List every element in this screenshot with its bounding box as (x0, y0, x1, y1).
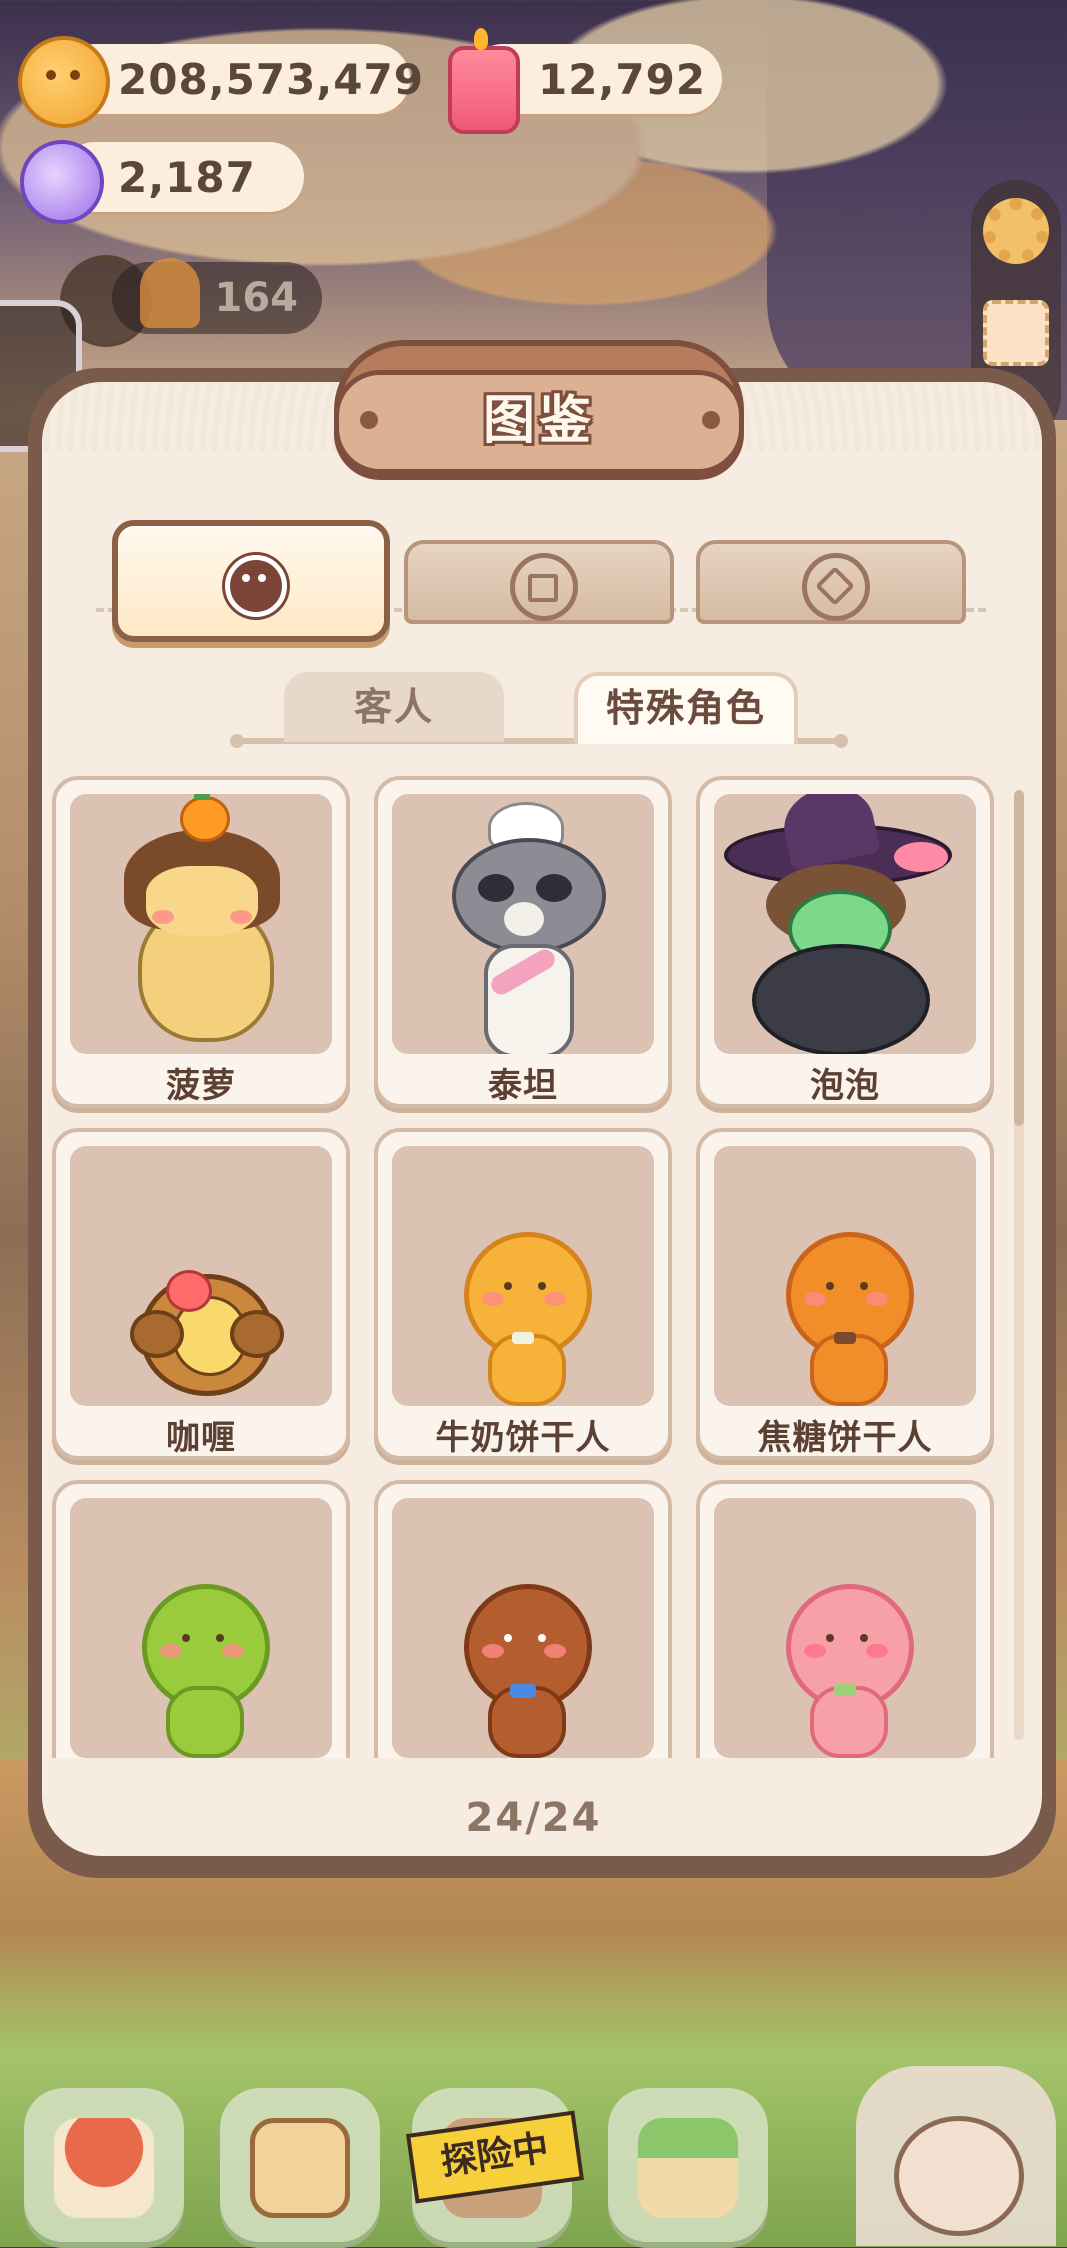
caramel-cookie-man-portrait (714, 1146, 976, 1406)
shop-stall-icon (638, 2118, 738, 2218)
notebook-icon (250, 2118, 350, 2218)
character-card[interactable]: 咖喱 (52, 1128, 350, 1460)
tab-gifts[interactable] (404, 540, 674, 624)
character-card[interactable]: 泰坦 (374, 776, 672, 1108)
tab-characters[interactable] (112, 520, 390, 642)
tab-coins[interactable] (696, 540, 966, 624)
pink-cookie-man-portrait (714, 1498, 976, 1758)
candle-amount: 12,792 (538, 54, 707, 104)
character-name: 泡泡 (810, 1066, 880, 1106)
nav-fishing-button[interactable] (856, 2066, 1056, 2246)
gingerbread-mini-icon (140, 258, 200, 328)
character-name: 咖喱 (166, 1418, 236, 1458)
green-cookie-man-portrait (70, 1498, 332, 1758)
character-name: 牛奶饼干人 (435, 1418, 611, 1458)
character-card[interactable]: 牛奶饼干人 (374, 1128, 672, 1460)
milk-cookie-man-portrait (392, 1146, 654, 1406)
brown-cookie-man-portrait (392, 1498, 654, 1758)
curry-cookie-portrait (70, 1146, 332, 1406)
coin-balance[interactable]: 208,573,479 (60, 44, 423, 114)
collection-counter: 24/24 (465, 1795, 602, 1841)
character-name: 泰坦 (488, 1066, 558, 1106)
mushroom-house-icon (54, 2118, 154, 2218)
character-card[interactable] (374, 1480, 672, 1758)
gear-icon[interactable] (983, 198, 1049, 264)
grid-scrollbar[interactable] (1014, 790, 1024, 1740)
raccoon-chef-portrait (392, 794, 654, 1054)
nav-notebook-button[interactable] (220, 2088, 380, 2248)
character-card[interactable]: 泡泡 (696, 776, 994, 1108)
pineapple-cat-portrait (70, 794, 332, 1054)
nav-shop-button[interactable] (608, 2088, 768, 2248)
coin-amount: 208,573,479 (118, 54, 424, 104)
stamp-icon[interactable] (983, 300, 1049, 366)
coin-badge-icon (802, 553, 870, 621)
character-name: 菠萝 (166, 1066, 236, 1106)
witch-cauldron-portrait (714, 794, 976, 1054)
nav-house-button[interactable] (24, 2088, 184, 2248)
character-card[interactable]: 菠萝 (52, 776, 350, 1108)
candle-icon (448, 28, 520, 134)
candy-icon (20, 140, 104, 224)
character-name: 焦糖饼干人 (757, 1418, 933, 1458)
seal-character-icon (894, 2116, 1024, 2236)
cookie-coin-icon (18, 36, 110, 128)
scrollbar-thumb[interactable] (1014, 790, 1024, 1126)
character-card[interactable]: 焦糖饼干人 (696, 1128, 994, 1460)
subtab-guests[interactable]: 客人 (284, 672, 504, 742)
dimmed-counter-value: 164 (214, 275, 299, 321)
modal-title: 图鉴 (482, 391, 595, 451)
character-grid: 菠萝 泰坦 泡泡 咖喱 牛奶饼干人 焦糖饼干人 (44, 770, 1010, 1758)
character-card[interactable] (52, 1480, 350, 1758)
candy-amount: 2,187 (118, 152, 256, 202)
character-face-icon (225, 555, 287, 617)
character-card[interactable] (696, 1480, 994, 1758)
subtab-special-characters[interactable]: 特殊角色 (574, 672, 798, 744)
gift-box-icon (510, 553, 578, 621)
